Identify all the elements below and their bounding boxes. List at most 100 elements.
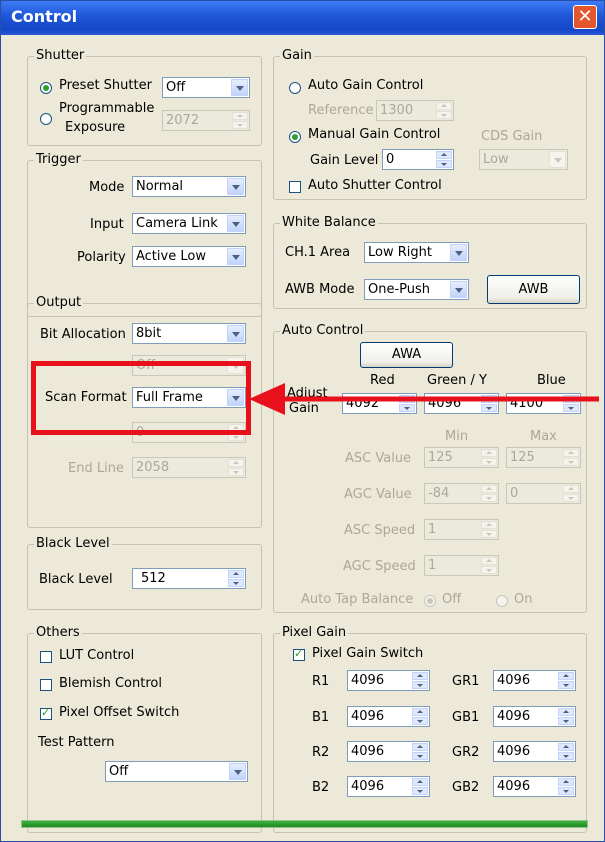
pixel-gain-row-label: GB1 [452,710,480,725]
spin-down-icon[interactable] [558,752,574,760]
spin-down-icon[interactable] [232,121,248,129]
chevron-down-icon[interactable] [227,325,244,342]
chevron-down-icon[interactable] [231,79,248,96]
tap-balance-off-label: Off [442,592,462,607]
asc-speed-value: 1 [428,522,437,537]
spin-up-icon[interactable] [436,151,452,159]
spin-down-icon[interactable] [558,681,574,689]
tap-balance-off-radio[interactable] [424,595,436,607]
test-pattern-label: Test Pattern [38,735,115,750]
awb-mode-select[interactable]: One-Push [364,279,469,300]
spin-up-icon[interactable] [228,570,244,578]
spinner-buttons[interactable] [412,672,428,689]
preset-shutter-radio[interactable] [40,82,52,94]
chevron-down-icon[interactable] [450,244,467,261]
lut-control-checkbox[interactable] [40,651,52,663]
awb-button[interactable]: AWB [487,275,580,304]
spin-down-icon[interactable] [412,752,428,760]
chevron-down-icon[interactable] [227,248,244,265]
pixel-gain-gb2-spinner[interactable]: 4096 [493,776,576,797]
pixel-gain-gb1-spinner[interactable]: 4096 [493,706,576,727]
pixel-gain-switch-checkbox[interactable] [293,647,305,661]
spin-up-icon[interactable] [558,708,574,716]
pixel-offset-switch-checkbox[interactable] [40,706,52,720]
bit-allocation-select[interactable]: 8bit [132,323,246,344]
pixel-gain-b1-spinner[interactable]: 4096 [347,706,430,727]
spin-up-icon [436,102,452,110]
gain-level-spinner[interactable]: 0 [382,149,454,170]
spin-down-icon[interactable] [558,787,574,795]
spin-up-icon[interactable] [412,778,428,786]
pixel-gain-gr1-spinner[interactable]: 4096 [493,670,576,691]
pixel-gain-gr2-spinner[interactable]: 4096 [493,741,576,762]
pixel-gain-b2-spinner[interactable]: 4096 [347,776,430,797]
close-button[interactable]: ✕ [573,5,597,29]
pixel-gain-row-label: GR2 [452,745,480,760]
asc-speed-spinner[interactable]: 1 [424,519,499,540]
agc-speed-spinner[interactable]: 1 [424,555,499,576]
spin-down-icon[interactable] [436,160,452,168]
spinner-buttons[interactable] [558,708,574,725]
spinner-buttons[interactable] [228,570,244,587]
chevron-down-icon[interactable] [227,215,244,232]
asc-max-spinner[interactable]: 125 [506,447,581,468]
spinner-buttons[interactable] [232,112,248,129]
input-select[interactable]: Camera Link [132,213,246,234]
spin-up-icon[interactable] [558,743,574,751]
spinner-buttons[interactable] [558,672,574,689]
preset-shutter-select[interactable]: Off [162,77,250,98]
title-bar[interactable]: Control ✕ [1,1,604,35]
mode-select[interactable]: Normal [132,176,246,197]
end-line-value: 2058 [136,460,170,475]
spin-up-icon[interactable] [558,778,574,786]
spinner-buttons[interactable] [436,151,452,168]
pixel-gain-row-label: B2 [312,780,330,795]
agc-min-spinner[interactable]: -84 [424,483,499,504]
cds-gain-select[interactable]: Low [479,149,568,170]
blemish-control-checkbox[interactable] [40,679,52,691]
spinner-buttons[interactable] [412,743,428,760]
spin-down-icon[interactable] [412,717,428,725]
polarity-select[interactable]: Active Low [132,246,246,267]
spin-up-icon[interactable] [412,672,428,680]
spin-down-icon[interactable] [412,681,428,689]
black-level-spinner[interactable]: 512 [132,568,246,589]
spin-down-icon[interactable] [228,579,244,587]
manual-gain-control-radio[interactable] [289,131,301,143]
chevron-down-icon[interactable] [227,178,244,195]
pixel-gain-row-label: R1 [312,674,330,689]
tap-balance-on-radio[interactable] [496,595,508,607]
white-balance-legend: White Balance [280,215,378,230]
spinner-buttons[interactable] [412,708,428,725]
programmable-exposure-radio[interactable] [40,113,52,125]
spin-down-icon[interactable] [412,787,428,795]
spinner-buttons[interactable] [412,778,428,795]
spin-up-icon[interactable] [558,672,574,680]
ch1-area-select[interactable]: Low Right [364,242,469,263]
reference-spinner[interactable]: 1300 [376,100,454,121]
pixel-gain-r1-spinner[interactable]: 4096 [347,670,430,691]
spin-down-icon [481,530,497,538]
spin-down-icon[interactable] [558,717,574,725]
pixel-gain-r2-spinner[interactable]: 4096 [347,741,430,762]
programmable-exposure-spinner[interactable]: 2072 [162,110,250,131]
spin-up-icon[interactable] [412,708,428,716]
exposure-label: Exposure [65,120,126,135]
agc-max-spinner[interactable]: 0 [506,483,581,504]
end-line-spinner[interactable]: 2058 [132,457,246,478]
ch1-area-label: CH.1 Area [285,245,351,260]
spin-up-icon[interactable] [232,112,248,120]
spin-up-icon[interactable] [412,743,428,751]
test-pattern-select[interactable]: Off [105,761,248,782]
chevron-down-icon[interactable] [229,763,246,780]
asc-min-spinner[interactable]: 125 [424,447,499,468]
auto-gain-control-radio[interactable] [289,82,301,94]
auto-shutter-control-checkbox[interactable] [289,181,301,193]
awa-button[interactable]: AWA [360,342,453,368]
chevron-down-icon[interactable] [450,281,467,298]
spin-down-icon [481,494,497,502]
spinner-buttons[interactable] [558,778,574,795]
spinner-buttons[interactable] [558,743,574,760]
preset-shutter-label: Preset Shutter [59,78,152,93]
pixel-gain-value: 4096 [497,779,531,794]
